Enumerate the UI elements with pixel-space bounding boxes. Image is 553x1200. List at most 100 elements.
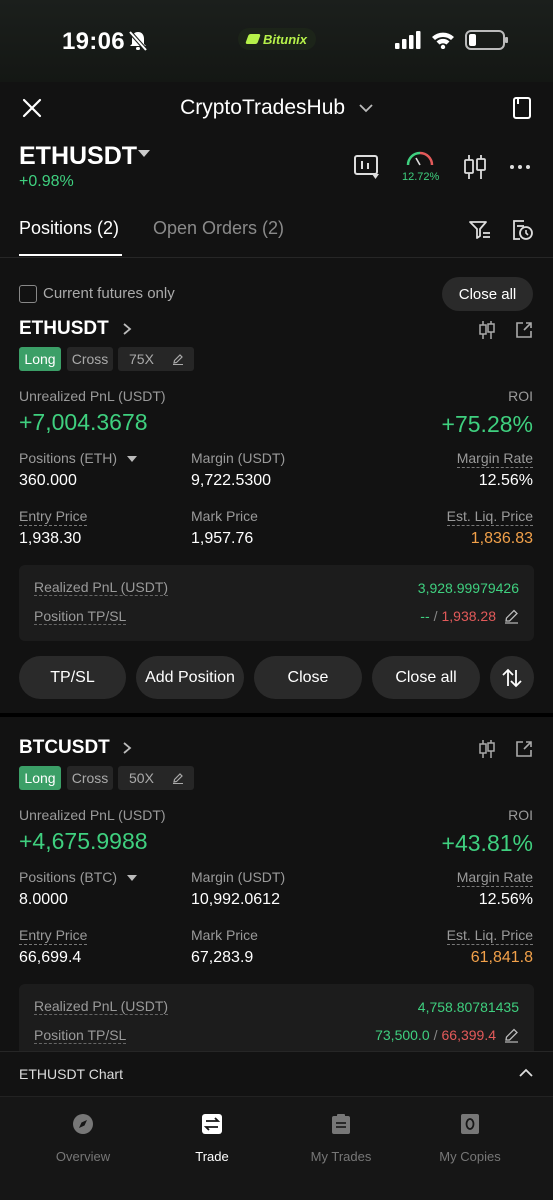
nav-trade[interactable]: Trade [167, 1113, 257, 1164]
mark-price-value: 1,957.76 [191, 530, 254, 547]
realized-pnl-label[interactable]: Realized PnL (USDT) [34, 579, 169, 596]
liq-price-label[interactable]: Est. Liq. Price [446, 927, 533, 945]
bitunix-logo-icon [245, 34, 261, 44]
roi-label: ROI [508, 807, 533, 823]
side-badge: Long [19, 347, 61, 371]
margin-rate-label[interactable]: Margin Rate [456, 869, 533, 887]
tabs-divider [0, 257, 553, 258]
pair-symbol[interactable]: ETHUSDT [19, 142, 137, 171]
add-position-button[interactable]: Add Position [136, 656, 244, 699]
tpsl-button[interactable]: TP/SL [19, 656, 126, 699]
current-futures-checkbox[interactable] [19, 285, 37, 303]
reverse-position-button[interactable] [490, 656, 534, 699]
tab-positions[interactable]: Positions (2) [19, 218, 119, 239]
close-all-positions-button[interactable]: Close all [442, 277, 533, 311]
unrealized-pnl-value: +7,004.3678 [19, 409, 148, 435]
trade-icon [202, 1114, 222, 1134]
position-size-label[interactable]: Positions (ETH) [19, 450, 137, 466]
more-icon[interactable] [510, 165, 530, 169]
caret-down-icon[interactable] [138, 150, 150, 157]
chart-settings-icon[interactable] [352, 152, 382, 182]
edit-icon[interactable] [504, 609, 519, 624]
tpsl-values[interactable]: -- / 1,938.28 [420, 608, 519, 624]
close-button[interactable]: Close [254, 656, 362, 699]
tpsl-label[interactable]: Position TP/SL [34, 608, 127, 625]
chevron-down-icon [359, 104, 373, 113]
chevron-right-icon[interactable] [122, 742, 132, 754]
margin-value: 9,722.5300 [191, 472, 272, 489]
margin-value: 10,992.0612 [191, 891, 280, 908]
chart-drawer-toggle[interactable]: ETHUSDT Chart [0, 1051, 553, 1096]
unrealized-pnl-label: Unrealized PnL (USDT) [19, 388, 166, 404]
leverage-value: 50X [129, 770, 154, 786]
sl-value: 66,399.4 [441, 1027, 497, 1043]
sl-value: 1,938.28 [441, 608, 497, 624]
margin-rate-value: 12.56% [478, 472, 533, 489]
liq-price-value: 1,836.83 [470, 530, 533, 547]
margin-gauge[interactable]: 12.72% [402, 150, 439, 183]
candlestick-icon[interactable] [477, 739, 497, 759]
leverage-badge[interactable]: 50X [118, 766, 194, 790]
history-icon[interactable] [510, 218, 534, 242]
roi-value: +43.81% [441, 830, 533, 856]
candlestick-icon[interactable] [477, 320, 497, 340]
margin-label: Margin (USDT) [191, 450, 286, 466]
nav-overview[interactable]: Overview [38, 1113, 128, 1164]
unrealized-pnl-label: Unrealized PnL (USDT) [19, 807, 166, 823]
tpsl-separator: / [433, 608, 438, 624]
realized-pnl-value: 4,758.80781435 [417, 999, 519, 1015]
pair-change: +0.98% [19, 173, 74, 190]
battery-icon [465, 30, 508, 50]
margin-rate-label[interactable]: Margin Rate [456, 450, 533, 468]
realized-pnl-label[interactable]: Realized PnL (USDT) [34, 998, 169, 1015]
realized-pnl-box: Realized PnL (USDT) 4,758.80781435 Posit… [19, 984, 534, 1060]
margin-rate-value: 12.56% [478, 891, 533, 908]
bell-muted-icon [128, 30, 148, 52]
mark-price-label: Mark Price [191, 508, 258, 524]
brand-name: Bitunix [262, 31, 308, 47]
unrealized-pnl-value: +4,675.9988 [19, 828, 148, 854]
mark-price-value: 67,283.9 [191, 949, 254, 966]
brand-pill: Bitunix [238, 28, 316, 50]
candlestick-icon[interactable] [460, 152, 490, 182]
account-selector[interactable]: CryptoTradesHub [0, 96, 553, 120]
leverage-value: 75X [129, 351, 154, 367]
chevron-right-icon[interactable] [122, 323, 132, 335]
tp-value: -- [420, 608, 430, 624]
nav-my-trades[interactable]: My Trades [296, 1113, 386, 1164]
position-symbol[interactable]: BTCUSDT [19, 737, 110, 759]
signal-icon [395, 31, 421, 49]
position-size-value: 360.000 [19, 472, 77, 489]
margin-label: Margin (USDT) [191, 869, 286, 885]
book-icon[interactable] [511, 96, 533, 120]
realized-pnl-box: Realized PnL (USDT) 3,928.99979426 Posit… [19, 565, 534, 641]
list-icon [332, 1114, 350, 1134]
active-tab-indicator [19, 254, 122, 256]
filter-icon[interactable] [468, 218, 492, 242]
position-symbol[interactable]: ETHUSDT [19, 318, 109, 340]
tpsl-label[interactable]: Position TP/SL [34, 1027, 127, 1044]
caret-down-icon [126, 456, 137, 462]
bottom-nav: Overview Trade My Trades My Copies [0, 1096, 553, 1200]
margin-mode-badge: Cross [67, 766, 113, 790]
liq-price-value: 61,841.8 [470, 949, 533, 966]
compass-icon [73, 1114, 93, 1134]
nav-my-copies[interactable]: My Copies [425, 1113, 515, 1164]
liq-price-label[interactable]: Est. Liq. Price [446, 508, 533, 526]
entry-price-label[interactable]: Entry Price [19, 927, 88, 945]
edit-icon[interactable] [504, 1028, 519, 1043]
entry-price-value: 1,938.30 [19, 530, 82, 547]
realized-pnl-value: 3,928.99979426 [417, 580, 519, 596]
tab-open-orders[interactable]: Open Orders (2) [153, 218, 284, 239]
status-time: 19:06 [62, 28, 125, 55]
leverage-badge[interactable]: 75X [118, 347, 194, 371]
entry-price-label[interactable]: Entry Price [19, 508, 88, 526]
current-futures-label: Current futures only [43, 285, 175, 302]
tpsl-values[interactable]: 73,500.0 / 66,399.4 [375, 1027, 519, 1043]
position-size-label[interactable]: Positions (BTC) [19, 869, 137, 885]
close-all-button[interactable]: Close all [372, 656, 480, 699]
margin-mode-badge: Cross [67, 347, 113, 371]
side-badge: Long [19, 766, 61, 790]
share-icon[interactable] [514, 739, 534, 759]
share-icon[interactable] [514, 320, 534, 340]
